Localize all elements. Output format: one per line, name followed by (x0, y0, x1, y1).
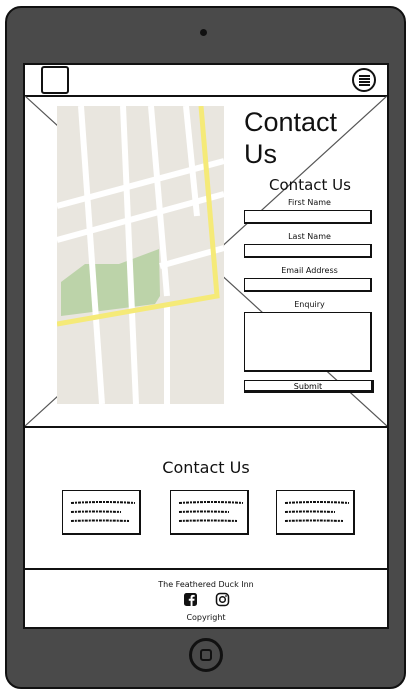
contact-card (276, 490, 355, 535)
facebook-icon[interactable] (183, 592, 199, 608)
hamburger-menu-icon[interactable] (352, 68, 376, 92)
social-icons (180, 592, 240, 608)
text-placeholder-icon (178, 501, 244, 522)
hero-section: Contact Us Contact Us First Name Last Na… (25, 96, 387, 428)
contact-section-title: Contact Us (162, 458, 250, 477)
home-button-icon[interactable] (189, 638, 223, 672)
text-placeholder-icon (70, 501, 136, 522)
text-placeholder-icon (284, 501, 350, 522)
email-label: Email Address (281, 266, 338, 275)
contact-card (170, 490, 249, 535)
submit-button[interactable]: Submit (244, 380, 374, 393)
screen: Contact Us Contact Us First Name Last Na… (23, 63, 389, 629)
first-name-input[interactable] (244, 210, 372, 224)
form-title: Contact Us (269, 176, 351, 194)
page-heading: Contact Us (244, 107, 338, 169)
top-navbar (25, 65, 387, 97)
business-name: The Feathered Duck Inn (158, 580, 254, 589)
last-name-input[interactable] (244, 244, 372, 258)
map-image (56, 105, 225, 405)
last-name-label: Last Name (288, 232, 331, 241)
contact-cards-section: Contact Us (25, 428, 387, 570)
instagram-icon[interactable] (215, 592, 231, 608)
contact-card (62, 490, 141, 535)
contact-form: First Name Last Name Email Address Enqui… (244, 197, 375, 393)
enquiry-label: Enquiry (294, 300, 325, 309)
email-input[interactable] (244, 278, 372, 292)
camera-dot (200, 29, 207, 36)
logo-placeholder[interactable] (41, 66, 69, 94)
first-name-label: First Name (288, 198, 331, 207)
copyright-text: Copyright (186, 613, 226, 622)
enquiry-textarea[interactable] (244, 312, 372, 372)
footer: The Feathered Duck Inn Copyright (25, 570, 387, 627)
